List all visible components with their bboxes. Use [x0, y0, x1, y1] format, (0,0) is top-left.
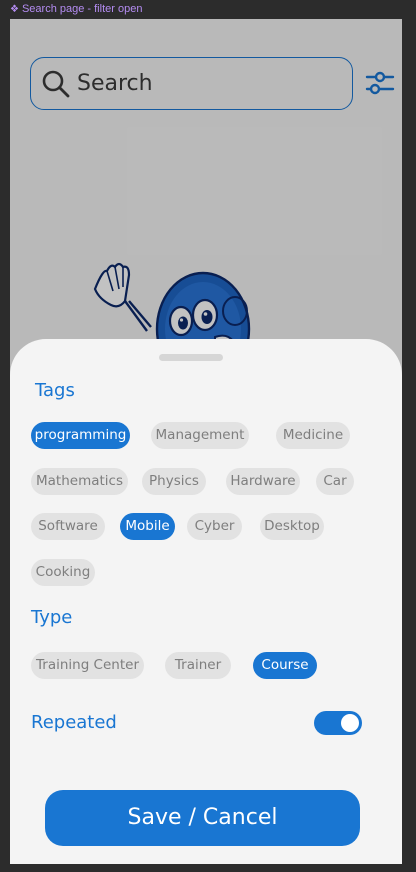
repeated-label: Repeated	[31, 712, 117, 733]
type-chip[interactable]: Course	[253, 652, 317, 679]
filter-bottom-sheet: Tags programming Management Medicine Mat…	[10, 339, 402, 864]
sheet-drag-handle[interactable]	[159, 354, 223, 361]
tag-chip[interactable]: Mobile	[120, 513, 175, 540]
frame-label-text: Search page - filter open	[21, 3, 143, 15]
toggle-knob	[341, 714, 359, 732]
tag-chip[interactable]: Hardware	[226, 468, 300, 495]
tag-chip[interactable]: Medicine	[276, 422, 350, 449]
tags-title: Tags	[35, 380, 75, 401]
tag-chip[interactable]: Car	[316, 468, 354, 495]
tag-chip[interactable]: Mathematics	[31, 468, 128, 495]
tag-chip[interactable]: Desktop	[260, 513, 324, 540]
tag-chip[interactable]: programming	[31, 422, 130, 449]
tag-chip[interactable]: Software	[31, 513, 105, 540]
type-title: Type	[31, 607, 73, 628]
save-cancel-button[interactable]: Save / Cancel	[45, 790, 360, 846]
type-chip[interactable]: Training Center	[31, 652, 144, 679]
type-chip[interactable]: Trainer	[165, 652, 231, 679]
component-diamond-icon: ❖	[10, 3, 19, 15]
tag-chip[interactable]: Cooking	[31, 559, 95, 586]
phone-frame: Search Tags programming Management Medic…	[10, 19, 402, 864]
tag-chip[interactable]: Physics	[142, 468, 206, 495]
repeated-toggle[interactable]	[314, 711, 362, 735]
tag-chip[interactable]: Management	[151, 422, 249, 449]
frame-label: ❖ Search page - filter open	[10, 3, 142, 15]
tag-chip[interactable]: Cyber	[187, 513, 242, 540]
